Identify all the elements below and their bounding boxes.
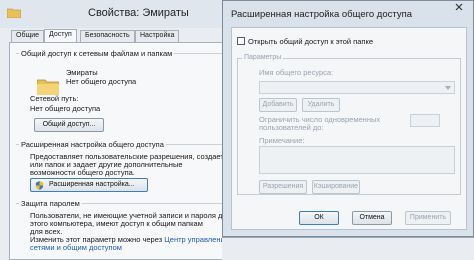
background-strip [0,237,474,260]
share-name-dropdown[interactable] [259,81,455,94]
advanced-sharing-group: Расширенная настройка общего доступа Пре… [16,140,249,196]
note-field[interactable] [259,146,455,174]
chevron-down-icon [445,86,451,90]
network-sharing-group: Общий доступ к сетевым файлам и папкам Э… [16,49,249,137]
tab-security[interactable]: Безопасность [80,30,135,42]
advanced-sharing-button[interactable]: Расширенная настройка... [30,178,148,192]
parameters-heading: Параметры [242,54,284,61]
advanced-sharing-button-label: Расширенная настройка... [49,181,135,188]
parameters-group: Параметры Имя общего ресурса: Добавить У… [237,54,461,195]
remove-share-button[interactable]: Удалить [302,98,340,112]
apply-button[interactable]: Применить [405,211,451,225]
tab-general[interactable]: Общие [11,30,45,42]
advanced-sharing-dialog: Расширенная настройка общего доступа Отк… [222,0,474,237]
network-path-label: Сетевой путь: [30,94,79,103]
share-name-label: Имя общего ресурса: [259,68,334,77]
ok-button[interactable]: ОК [299,211,339,225]
folder-share-status: Нет общего доступа [66,77,137,86]
cancel-button[interactable]: Отмена [352,211,392,225]
dialog-body: Открыть общий доступ к этой папке Параме… [231,27,467,230]
properties-title: Свойства: Эмираты [88,7,189,19]
password-protection-heading: Защита паролем [19,199,82,208]
share-folder-checkbox-label: Открыть общий доступ к этой папке [248,37,374,46]
shield-icon [35,181,44,190]
add-share-button[interactable]: Добавить [259,98,297,112]
user-limit-label-2: пользователей до: [259,123,324,132]
folder-icon [7,8,21,18]
permissions-button[interactable]: Разрешения [259,180,307,194]
share-button[interactable]: Общий доступ... [34,118,104,132]
network-path-value: Нет общего доступа [30,104,101,113]
sharing-tab-panel: Общий доступ к сетевым файлам и папкам Э… [9,42,254,260]
user-limit-spinner[interactable] [410,114,440,127]
tab-sharing[interactable]: Доступ [44,29,77,42]
share-folder-checkbox[interactable] [237,37,245,45]
network-sharing-heading: Общий доступ к сетевым файлам и папкам [19,49,175,58]
note-label: Примечание: [259,136,305,145]
caching-button[interactable]: Кэширование [312,180,360,194]
shared-folder-icon [37,79,59,95]
background-window-edge [222,237,474,260]
advanced-sharing-desc-3: возможности общего доступа. [30,168,135,177]
tab-customize[interactable]: Настройка [135,30,180,42]
advanced-sharing-heading: Расширенная настройка общего доступа [19,140,166,149]
folder-name: Эмираты [66,68,98,77]
dialog-title: Расширенная настройка общего доступа [231,9,413,20]
close-icon[interactable] [453,1,465,13]
